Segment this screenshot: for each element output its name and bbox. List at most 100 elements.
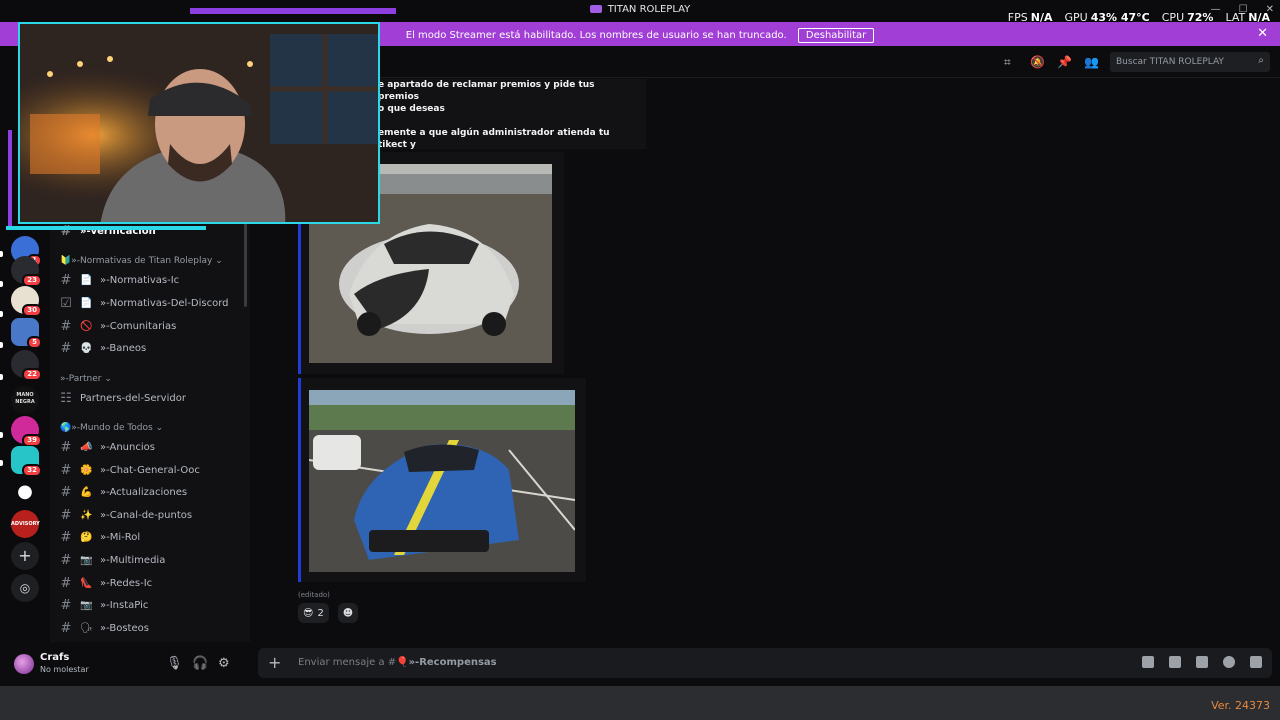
message-area: e apartado de reclamar premios y pide tu… — [250, 79, 1280, 642]
channel-emoji-icon: 🎈 — [396, 657, 409, 668]
threads-icon[interactable]: ⌗ — [1004, 55, 1011, 70]
member-list-icon[interactable]: 👥 — [1084, 55, 1099, 69]
server-icon[interactable]: 39 — [11, 416, 42, 447]
search-box[interactable]: Buscar TITAN ROLEPLAY ⌕ — [1110, 52, 1270, 72]
channel-mi-rol[interactable]: # 🤔 »-Mi-Rol — [60, 527, 141, 547]
server-icon[interactable]: 30 — [11, 286, 42, 317]
search-input[interactable]: Buscar TITAN ROLEPLAY — [1116, 57, 1224, 67]
apps-icon[interactable] — [1250, 656, 1262, 668]
notification-badge: 32 — [22, 464, 42, 477]
mano-negra-server-icon[interactable]: MANO NEGRA — [11, 386, 39, 414]
gift-icon[interactable] — [1142, 656, 1154, 668]
channel-header: ⌗ 🔕 📌 👥 Buscar TITAN ROLEPLAY ⌕ — [250, 46, 1280, 78]
latency-stat: LAT N/A — [1225, 11, 1270, 24]
attach-plus-icon[interactable]: + — [268, 653, 281, 672]
channel-partners-del-servidor[interactable]: ☷ Partners-del-Servidor — [60, 388, 186, 408]
hash-icon: # — [60, 529, 72, 545]
channel-baneos[interactable]: # 💀 »-Baneos — [60, 338, 147, 358]
apple-server-icon[interactable]: ● — [11, 478, 39, 506]
search-icon: ⌕ — [1258, 55, 1264, 66]
gpu-stat: GPU 43% 47°C — [1064, 11, 1150, 24]
unread-indicator — [0, 432, 3, 438]
reaction-sunglasses[interactable]: 😎 2 — [298, 603, 329, 623]
banner-close-icon[interactable]: ✕ — [1257, 26, 1268, 41]
channel-instapic[interactable]: # 📷 »-InstaPic — [60, 595, 149, 615]
channel-bosteos[interactable]: # 🗣 »-Bosteos — [60, 618, 149, 638]
channel-anuncios[interactable]: # 📣 »-Anuncios — [60, 437, 155, 457]
channel-chat-general-ooc[interactable]: # 🌼 »-Chat-General-Ooc — [60, 460, 200, 480]
notifications-icon[interactable]: 🔕 — [1030, 55, 1045, 69]
version-label: Ver. 24373 — [1211, 699, 1270, 712]
hash-icon: # — [60, 597, 72, 613]
app-logo-icon — [589, 5, 602, 13]
image-embed-2 — [298, 378, 586, 582]
sticker-icon[interactable] — [1196, 656, 1208, 668]
channel-verificacion[interactable]: # »-verificacion — [60, 221, 156, 241]
taskbar: Ver. 24373 — [0, 686, 1280, 720]
notification-badge: 5 — [27, 336, 42, 349]
headphones-icon[interactable]: 🎧 — [192, 656, 208, 671]
unread-indicator — [0, 281, 3, 287]
hash-icon: # — [60, 318, 72, 334]
explore-servers-icon[interactable]: ◎ — [11, 574, 39, 602]
hash-icon: # — [60, 484, 72, 500]
category-partner[interactable]: »-Partner ⌄ — [60, 374, 112, 384]
forum-icon: ☷ — [60, 390, 72, 406]
channel-comunitarias[interactable]: # 🚫 »-Comunitarias — [60, 316, 177, 336]
hash-icon: # — [60, 272, 72, 288]
microphone-icon[interactable]: 🎙 — [166, 656, 183, 671]
webcam-overlay — [18, 22, 380, 224]
hash-icon: # — [60, 462, 72, 478]
webcam-feed — [20, 24, 378, 222]
message-embed-text: e apartado de reclamar premios y pide tu… — [370, 79, 646, 162]
notification-badge: 30 — [22, 304, 42, 317]
channel-redes-ic[interactable]: # 👠 »-Redes-Ic — [60, 573, 153, 593]
user-status: No molestar — [40, 665, 89, 674]
unread-indicator — [0, 460, 3, 466]
channel-multimedia[interactable]: # 📷 »-Multimedia — [60, 550, 166, 570]
user-panel: Crafs No molestar 🎙 🎧 ⚙ — [0, 642, 250, 686]
edited-label: (editado) — [298, 591, 330, 599]
advisory-server-icon[interactable]: ADVISORY — [11, 510, 40, 538]
hash-icon: # — [60, 552, 72, 568]
avatar[interactable] — [14, 654, 34, 674]
cpu-stat: CPU 72% — [1161, 11, 1214, 24]
server-icon[interactable]: 23 — [11, 256, 42, 287]
webcam-frame-accent — [6, 226, 206, 230]
unread-indicator — [0, 311, 3, 317]
category-normativas[interactable]: 🔰»-Normativas de Titan Roleplay ⌄ — [60, 256, 223, 266]
add-reaction-icon[interactable]: ☻ — [338, 603, 358, 623]
server-icon[interactable]: 32 — [11, 446, 42, 477]
emoji-icon[interactable] — [1223, 656, 1235, 668]
message-composer[interactable]: + Enviar mensaje a #🎈»-Recompensas — [258, 648, 1272, 678]
settings-gear-icon[interactable]: ⚙ — [218, 656, 230, 671]
car-image-blue[interactable] — [309, 390, 575, 572]
username[interactable]: Crafs — [40, 652, 69, 663]
webcam-frame-accent — [8, 130, 12, 230]
hash-icon: # — [60, 507, 72, 523]
pinned-icon[interactable]: 📌 — [1057, 55, 1072, 69]
hash-icon: # — [60, 575, 72, 591]
unread-indicator — [0, 342, 3, 348]
channel-normativas-discord[interactable]: ☑ 📄 »-Normativas-Del-Discord — [60, 293, 228, 313]
unread-indicator — [0, 374, 3, 380]
server-icon[interactable]: 5 — [11, 318, 42, 349]
channel-canal-de-puntos[interactable]: # ✨ »-Canal-de-puntos — [60, 505, 193, 525]
webcam-frame-accent — [190, 8, 396, 14]
channel-actualizaciones[interactable]: # 💪 »-Actualizaciones — [60, 482, 188, 502]
hash-icon: # — [60, 439, 72, 455]
sunglasses-emoji-icon: 😎 — [303, 607, 314, 619]
performance-overlay: FPS N/A GPU 43% 47°C CPU 72% LAT N/A — [1008, 11, 1270, 24]
unread-indicator — [0, 251, 3, 257]
server-icon[interactable]: 22 — [11, 350, 42, 381]
disable-streamer-button[interactable]: Deshabilitar — [797, 28, 875, 43]
message-input[interactable]: Enviar mensaje a #🎈»-Recompensas — [298, 657, 497, 668]
fps-stat: FPS N/A — [1007, 11, 1053, 24]
hash-icon: # — [60, 340, 72, 356]
hash-icon: # — [60, 620, 72, 636]
add-server-icon[interactable]: + — [11, 542, 39, 570]
category-mundo-de-todos[interactable]: 🌎»-Mundo de Todos ⌄ — [60, 423, 163, 433]
gif-icon[interactable] — [1169, 656, 1181, 668]
channel-normativas-ic[interactable]: # 📄 »-Normativas-Ic — [60, 270, 180, 290]
rules-icon: ☑ — [60, 295, 72, 311]
